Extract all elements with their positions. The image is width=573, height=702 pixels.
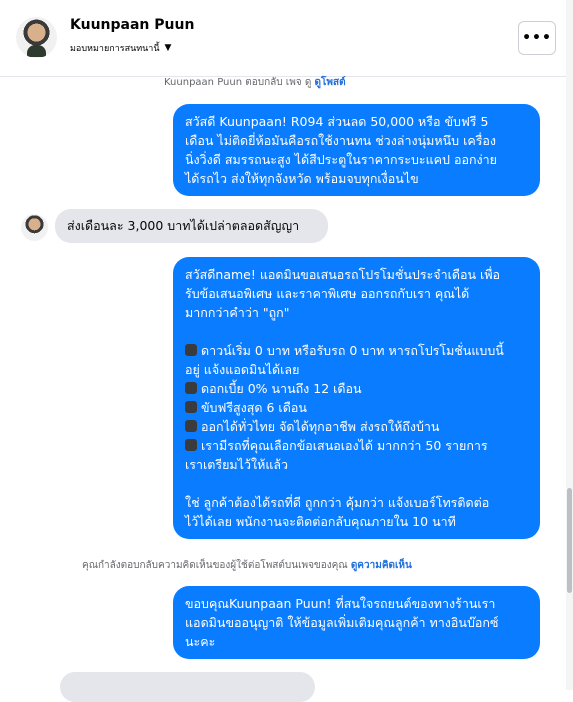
car-emoji-icon xyxy=(185,439,197,451)
bullet-text: เรามีรถที่คุณเลือกข้อเสนอเองได้ มากกว่า … xyxy=(201,438,488,453)
incoming-message: ส่งเดือนละ 3,000 บาทได้เปล่าตลอดสัญญา xyxy=(55,209,328,243)
bullet-text: ดอกเบี้ย 0% นานถึง 12 เดือน xyxy=(201,381,362,396)
bullet-line: ดาวน์เริ่ม 0 บาท หรือรับรถ 0 บาท หารถโปร… xyxy=(185,341,528,360)
bullet-text: ขับฟรีสูงสุด 6 เดือน xyxy=(201,400,307,415)
contact-avatar-small xyxy=(21,214,48,241)
message-line: นะคะ xyxy=(185,634,216,649)
bullet-text: ออกได้ทั่วไทย จัดได้ทุกอาชีพ ส่งรถให้ถึง… xyxy=(201,419,440,434)
contact-name[interactable]: Kuunpaan Puun xyxy=(70,17,194,33)
message-line: ไว้ได้เลย พนักงานจะติดต่อกลับคุณภายใน 10… xyxy=(185,514,456,529)
message-line: ขอบคุณKuunpaan Puun! ที่สนใจรถยนต์ของทาง… xyxy=(185,596,496,611)
message-line: สวัสดี Kuunpaan! R094 ส่วนลด 50,000 หรือ… xyxy=(185,114,489,129)
reply-note-text: Kuunpaan Puun ตอบกลับ เพจ ดู xyxy=(164,77,312,88)
car-emoji-icon xyxy=(185,344,197,356)
message-line: ส่งเดือนละ 3,000 บาทได้เปล่าตลอดสัญญา xyxy=(67,218,300,233)
car-emoji-icon xyxy=(185,382,197,394)
reply-note: Kuunpaan Puun ตอบกลับ เพจ ดู ดูโพสต์ xyxy=(164,75,346,90)
bullet-line: ดอกเบี้ย 0% นานถึง 12 เดือน xyxy=(185,379,528,398)
incoming-message-partial xyxy=(60,672,315,702)
contact-avatar[interactable] xyxy=(16,17,57,58)
outgoing-message: สวัสดีname! แอดมินขอเสนอรถโปรโมชั่นประจำ… xyxy=(173,257,540,539)
outgoing-message: ขอบคุณKuunpaan Puun! ที่สนใจรถยนต์ของทาง… xyxy=(173,586,540,659)
assign-label: มอบหมายการสนทนานี้ xyxy=(70,44,160,54)
bullet-text: อยู่ แจ้งแอดมินได้เลย xyxy=(185,362,300,377)
message-line: นิ่งวิ่งดี สมรรถนะสูง ได้สีประตูในราคากร… xyxy=(185,152,497,167)
message-line: ได้รถไว ส่งให้ทุกจังหวัด พร้อมจบทุกเงื่อ… xyxy=(185,171,419,186)
message-line: รับข้อเสนอพิเศษ และราคาพิเศษ ออกรถกับเรา… xyxy=(185,286,470,301)
more-options-button[interactable]: ••• xyxy=(518,21,556,55)
bullet-line: เรามีรถที่คุณเลือกข้อเสนอเองได้ มากกว่า … xyxy=(185,436,528,455)
bullet-text: เราเตรียมไว้ให้แล้ว xyxy=(185,457,289,472)
car-emoji-icon xyxy=(185,420,197,432)
message-line: มากกว่าคำว่า "ถูก" xyxy=(185,305,290,320)
message-line: แอดมินขออนุญาติ ให้ข้อมูลเพิ่มเติมคุณลูก… xyxy=(185,615,499,630)
scrollbar-thumb[interactable] xyxy=(567,488,572,593)
assign-conversation-dropdown[interactable]: มอบหมายการสนทนานี้ ▼ xyxy=(70,41,171,55)
car-emoji-icon xyxy=(185,401,197,413)
outgoing-message: สวัสดี Kuunpaan! R094 ส่วนลด 50,000 หรือ… xyxy=(173,104,540,196)
comment-reply-note: คุณกำลังตอบกลับความคิดเห็นของผู้ใช้ต่อโพ… xyxy=(82,558,412,573)
bullet-text: ดาวน์เริ่ม 0 บาท หรือรับรถ 0 บาท หารถโปร… xyxy=(201,343,504,358)
conversation-header: Kuunpaan Puun มอบหมายการสนทนานี้ ▼ ••• xyxy=(0,0,573,77)
message-line: ใช่ ลูกค้าต้องได้รถที่ดี ถูกกว่า คุ้มกว่… xyxy=(185,495,490,510)
caret-down-icon: ▼ xyxy=(164,43,172,53)
comment-note-text: คุณกำลังตอบกลับความคิดเห็นของผู้ใช้ต่อโพ… xyxy=(82,560,348,571)
bullet-line: ขับฟรีสูงสุด 6 เดือน xyxy=(185,398,528,417)
view-post-link[interactable]: ดูโพสต์ xyxy=(315,77,346,88)
view-comment-link[interactable]: ดูความคิดเห็น xyxy=(351,560,412,571)
bullet-line: ออกได้ทั่วไทย จัดได้ทุกอาชีพ ส่งรถให้ถึง… xyxy=(185,417,528,436)
message-line: สวัสดีname! แอดมินขอเสนอรถโปรโมชั่นประจำ… xyxy=(185,267,501,282)
message-line: เดือน ไม่ติดยี่ห้อมันคือรถใช้งานทน ช่วงล… xyxy=(185,133,497,148)
